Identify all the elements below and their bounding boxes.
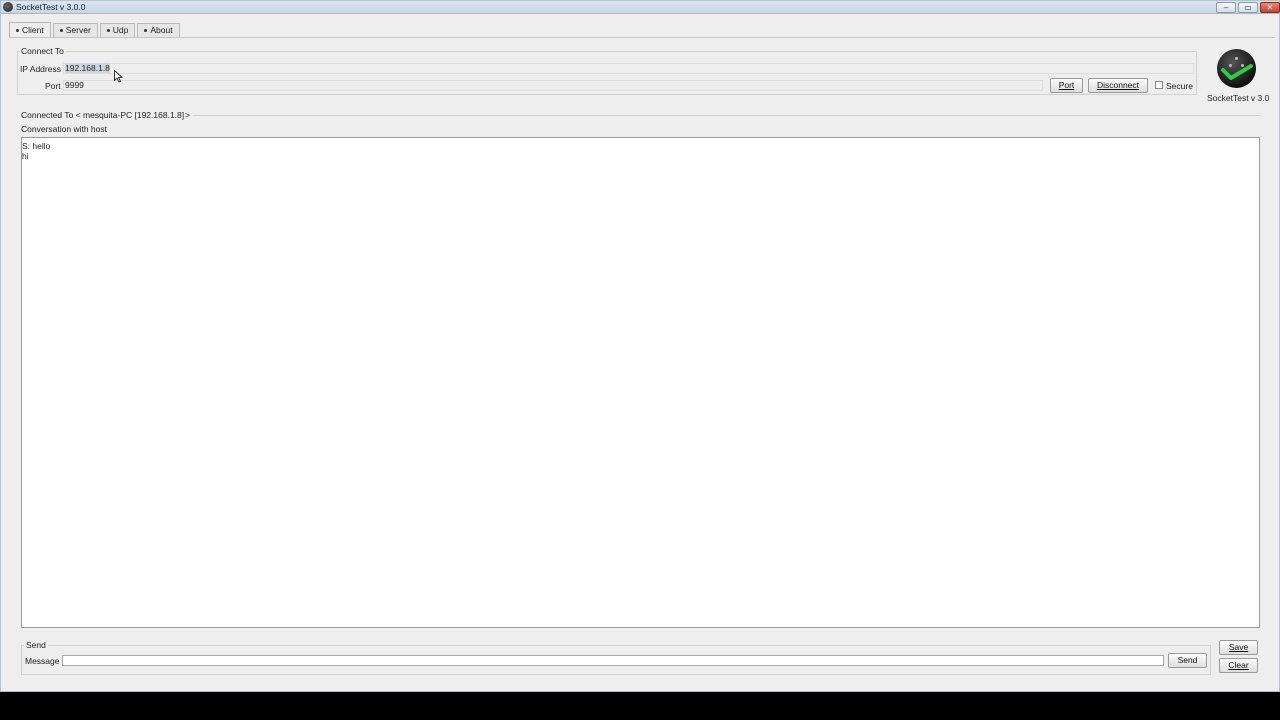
port-label: Port bbox=[45, 81, 61, 91]
disconnect-button[interactable]: Disconnect bbox=[1088, 78, 1148, 93]
logo-caption: SocketTest v 3.0 bbox=[1207, 93, 1270, 103]
tab-dot-icon bbox=[59, 29, 63, 32]
connected-divider bbox=[193, 115, 1261, 116]
tab-label: Udp bbox=[112, 25, 129, 35]
mouse-cursor-icon bbox=[114, 70, 123, 83]
tab-client[interactable]: Client bbox=[9, 22, 51, 37]
tab-label: About bbox=[150, 25, 173, 35]
port-button[interactable]: Port bbox=[1050, 78, 1083, 93]
conversation-line: hi bbox=[22, 151, 29, 161]
sockettest-logo-icon bbox=[1217, 49, 1256, 88]
secure-checkbox[interactable] bbox=[1155, 81, 1163, 89]
send-group-title: Send bbox=[24, 640, 48, 650]
tab-dot-icon bbox=[106, 29, 110, 32]
port-input[interactable]: 9999 bbox=[63, 80, 1043, 91]
connected-to-label: Connected To < bbox=[21, 110, 81, 120]
ip-address-value: 192.168.1.8 bbox=[65, 63, 110, 73]
message-input[interactable] bbox=[62, 655, 1164, 666]
app-icon bbox=[3, 2, 13, 12]
tab-dot-icon bbox=[144, 29, 148, 32]
app-window: SocketTest v 3.0.0 – ▭ ✕ Client Server U… bbox=[0, 0, 1280, 692]
connected-suffix: > bbox=[185, 110, 190, 120]
conversation-line: S: hello bbox=[22, 141, 51, 151]
tab-bar: Client Server Udp About bbox=[9, 22, 182, 37]
secure-label: Secure bbox=[1166, 81, 1193, 91]
tab-label: Client bbox=[22, 24, 44, 35]
ip-address-input[interactable]: 192.168.1.8 bbox=[63, 63, 1194, 74]
conversation-title: Conversation with host bbox=[21, 124, 107, 134]
connected-host: mesquita-PC [192.168.1.8] bbox=[83, 110, 185, 120]
tab-about[interactable]: About bbox=[137, 23, 180, 37]
close-button[interactable]: ✕ bbox=[1260, 2, 1280, 13]
minimize-button[interactable]: – bbox=[1216, 2, 1236, 13]
conversation-textarea[interactable]: S: hello hi bbox=[21, 137, 1260, 628]
ip-address-label: IP Address bbox=[20, 64, 61, 74]
logo-checkmark-icon bbox=[1221, 64, 1253, 80]
tab-divider bbox=[9, 37, 1275, 38]
send-button[interactable]: Send bbox=[1168, 653, 1207, 668]
title-bar[interactable]: SocketTest v 3.0.0 – ▭ ✕ bbox=[1, 1, 1280, 14]
tab-label: Server bbox=[65, 25, 91, 35]
save-button[interactable]: Save bbox=[1219, 640, 1258, 655]
connect-group-title: Connect To bbox=[19, 46, 66, 56]
message-label: Message bbox=[25, 656, 60, 666]
bottom-black-bar bbox=[0, 692, 1280, 720]
clear-button[interactable]: Clear bbox=[1219, 658, 1258, 673]
maximize-button[interactable]: ▭ bbox=[1238, 2, 1258, 13]
tab-udp[interactable]: Udp bbox=[99, 23, 136, 37]
tab-server[interactable]: Server bbox=[52, 23, 98, 37]
tab-dot-icon bbox=[16, 28, 19, 32]
window-title: SocketTest v 3.0.0 bbox=[16, 2, 86, 12]
